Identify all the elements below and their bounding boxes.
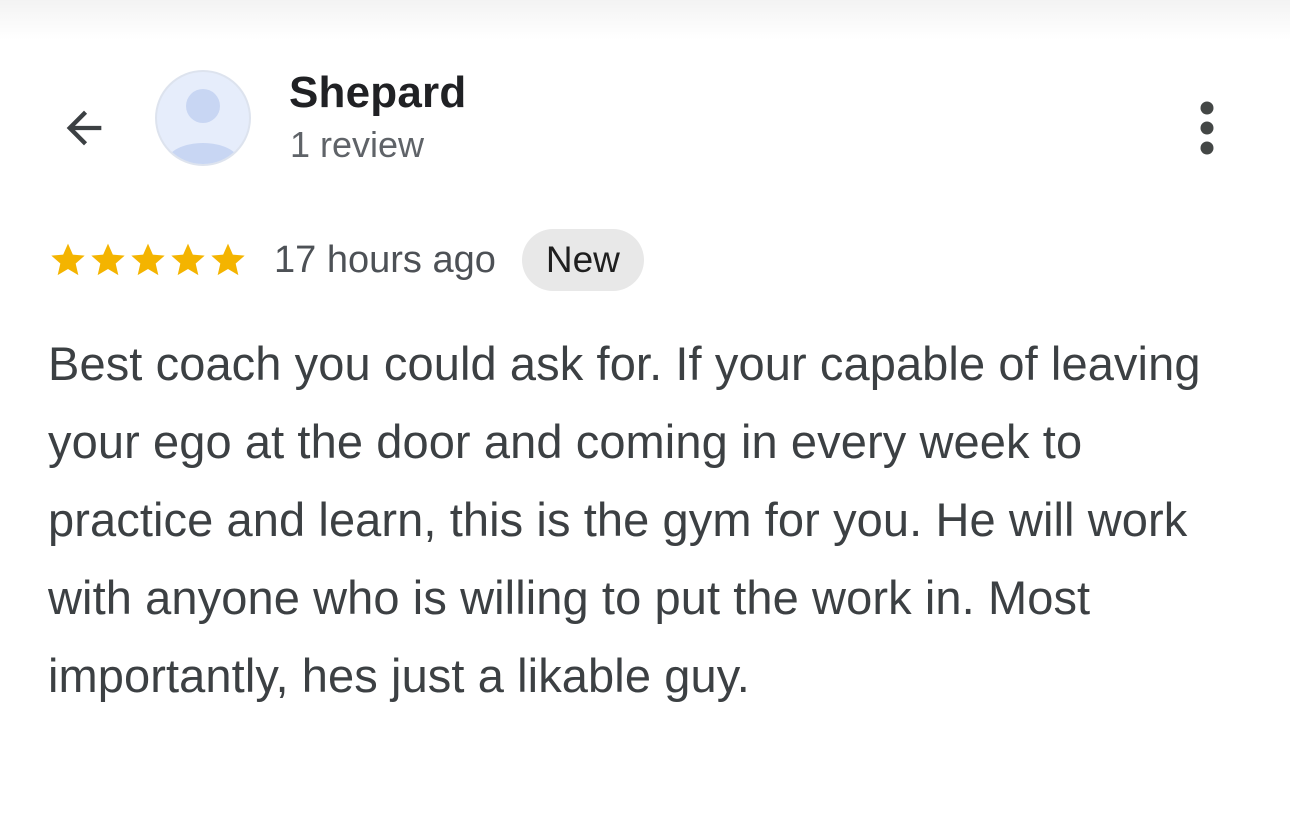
star-icon	[171, 243, 205, 276]
arrow-back-icon	[66, 110, 102, 146]
review-text: Best coach you could ask for. If your ca…	[48, 337, 1201, 702]
review-header: Shepard 1 review	[0, 0, 1290, 210]
new-badge: New	[521, 229, 644, 291]
star-icon	[91, 243, 125, 276]
avatar[interactable]	[155, 70, 251, 166]
star-rating	[48, 240, 248, 280]
star-icon	[211, 243, 245, 276]
back-button[interactable]	[52, 96, 116, 160]
star-icon	[131, 243, 165, 276]
person-avatar-icon	[165, 89, 241, 164]
review-time: 17 hours ago	[274, 238, 496, 281]
reviewer-review-count: 1 review	[290, 124, 425, 165]
review-meta: 17 hours ago New	[48, 226, 644, 294]
more-options-button[interactable]	[1182, 96, 1232, 160]
more-vert-icon	[1200, 101, 1214, 155]
star-icon	[51, 243, 85, 276]
reviewer-name[interactable]: Shepard	[289, 68, 466, 118]
